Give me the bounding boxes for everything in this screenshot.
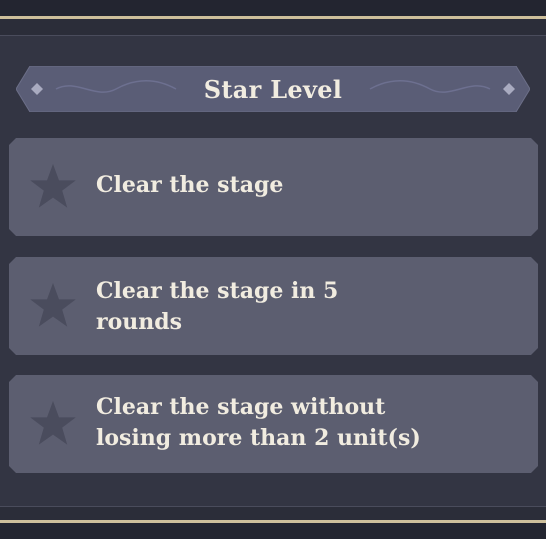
- top-frame-strip: [0, 0, 546, 16]
- banner-title: Star Level: [203, 74, 343, 104]
- objective-card-3: Clear the stage without losing more than…: [9, 375, 538, 473]
- star-empty-icon: [30, 283, 76, 327]
- objective-card-1: Clear the stage: [9, 138, 538, 236]
- top-gold-trim: [0, 16, 546, 19]
- star-empty-icon: [30, 164, 76, 208]
- objective-text: Clear the stage without losing more than…: [96, 394, 421, 451]
- star-level-banner: Star Level: [16, 66, 530, 112]
- objective-text: Clear the stage in 5 rounds: [96, 278, 339, 335]
- bottom-frame-strip: [0, 523, 546, 539]
- objective-card-2: Clear the stage in 5 rounds: [9, 257, 538, 355]
- bottom-divider: [0, 506, 546, 507]
- objective-text: Clear the stage: [96, 172, 284, 198]
- star-empty-icon: [30, 401, 76, 445]
